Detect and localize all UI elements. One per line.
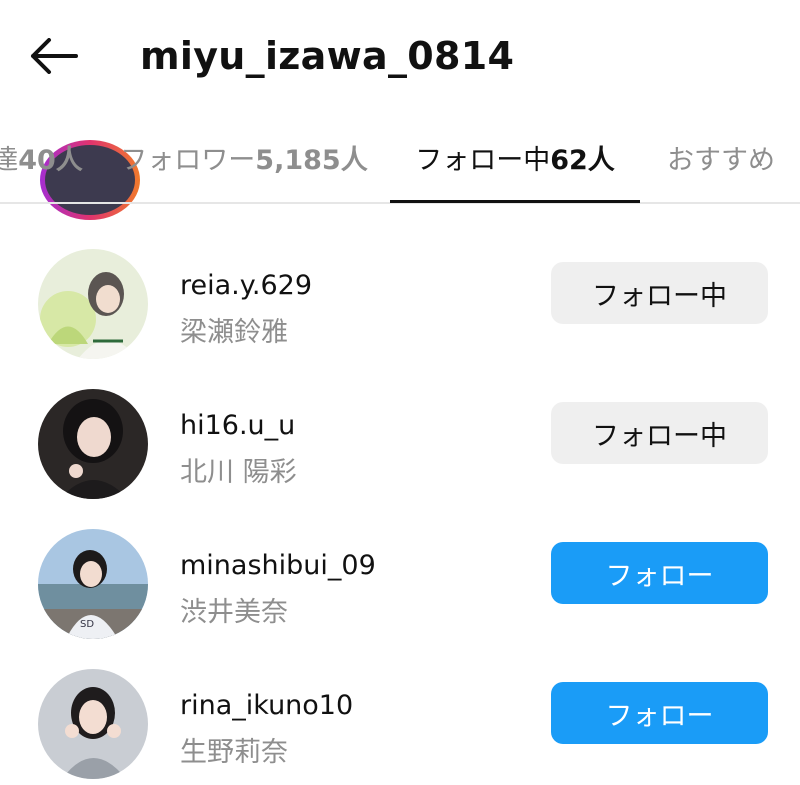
username[interactable]: minashibui_09 [180,550,376,581]
full-name: 生野莉奈 [180,737,288,768]
tab-label: フォロワー [120,144,256,176]
full-name: 北川 陽彩 [180,457,297,488]
list-item[interactable]: SD minashibui_09 渋井美奈 フォロー [0,512,800,652]
username[interactable]: reia.y.629 [180,270,312,301]
tab-count: 5,185人 [255,144,368,176]
following-list-screen: miyu_izawa_0814 達 40人 フォロワー 5,185人 フォロー中 62… [0,0,800,785]
arrow-left-icon [31,38,78,74]
follow-button[interactable]: フォロー [551,682,768,744]
avatar[interactable]: SD [38,529,148,639]
header: miyu_izawa_0814 [0,0,800,112]
tab-count: 40人 [18,144,83,176]
profile-username-title: miyu_izawa_0814 [140,34,515,78]
following-button[interactable]: フォロー中 [551,262,768,324]
tab-count: 62人 [550,144,615,176]
back-button[interactable] [22,28,86,84]
tab-label: おすすめ [667,144,775,176]
list-item[interactable]: reia.y.629 梁瀬鈴雅 フォロー中 [0,232,800,372]
avatar[interactable] [38,249,148,359]
tab-bar: 達 40人 フォロワー 5,185人 フォロー中 62人 おすすめ [0,112,800,204]
username[interactable]: hi16.u_u [180,410,295,441]
full-name: 梁瀬鈴雅 [180,317,288,348]
username[interactable]: rina_ikuno10 [180,690,353,721]
tab-followers[interactable]: フォロワー 5,185人 [118,112,370,202]
list-item[interactable]: hi16.u_u 北川 陽彩 フォロー中 [0,372,800,512]
tab-label: フォロー中 [415,144,551,176]
avatar[interactable] [38,389,148,499]
list-item[interactable]: rina_ikuno10 生野莉奈 フォロー [0,652,800,785]
full-name: 渋井美奈 [180,597,288,628]
tab-suggested[interactable]: おすすめ [660,112,782,202]
tab-following[interactable]: フォロー中 62人 [390,112,640,203]
tab-label: 達 [0,144,19,176]
follow-button[interactable]: フォロー [551,542,768,604]
tab-mutual[interactable]: 達 40人 [0,112,83,202]
avatar[interactable] [38,669,148,779]
following-button[interactable]: フォロー中 [551,402,768,464]
svg-text:SD: SD [80,619,94,630]
